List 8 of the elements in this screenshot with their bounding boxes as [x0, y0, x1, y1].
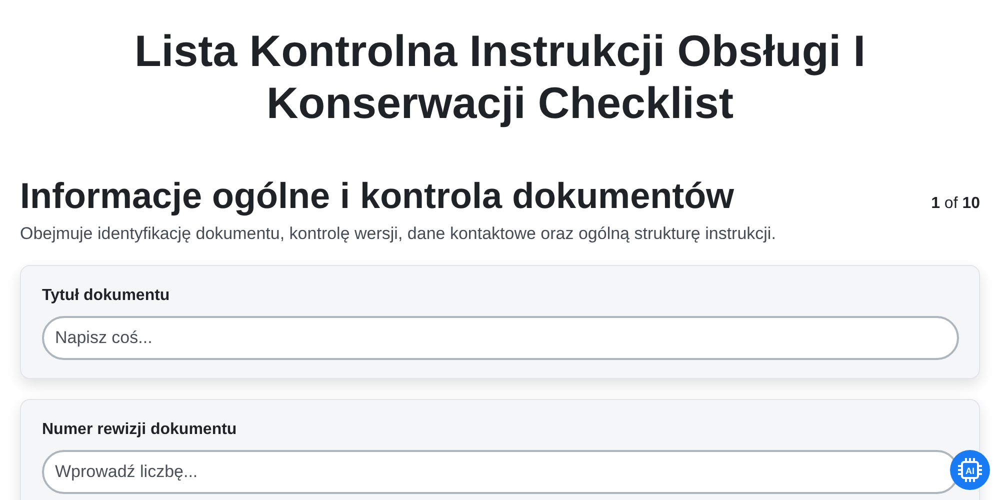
section-heading: Informacje ogólne i kontrola dokumentów	[20, 174, 734, 217]
question-label: Numer rewizji dokumentu	[42, 420, 237, 440]
page-title: Lista Kontrolna Instrukcji Obsługi I Konserwacji Checklist	[134, 26, 866, 130]
page-counter: 1 of 10	[931, 194, 980, 214]
ai-assistant-button[interactable]: AI	[950, 450, 990, 490]
input-field[interactable]: Napisz coś...	[42, 316, 959, 360]
question-label: Tytuł dokumentu	[42, 286, 170, 306]
section-description: Obejmuje identyfikację dokumentu, kontrolę wersji, dane kontaktowe oraz ogólną strukturę instrukcji.	[20, 223, 777, 245]
